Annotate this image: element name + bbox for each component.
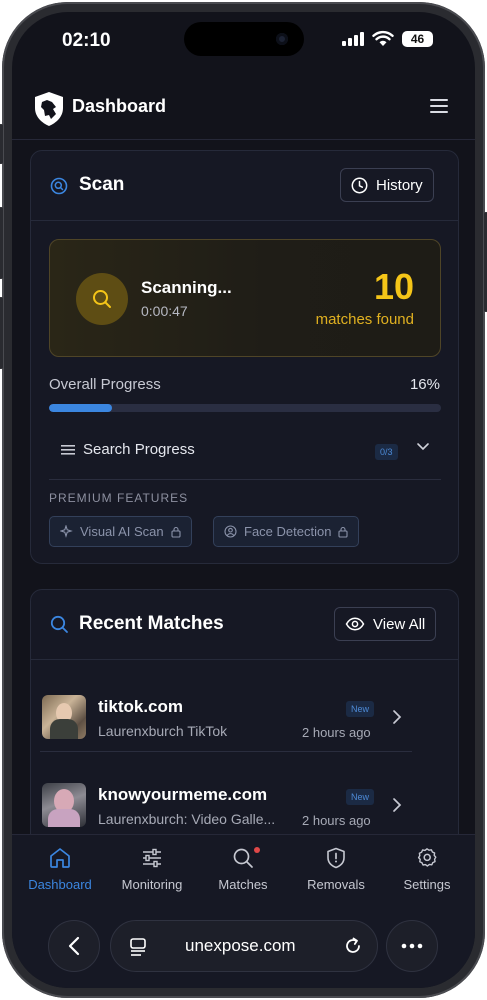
scan-elapsed-time: 0:00:47	[141, 303, 188, 319]
new-badge: New	[346, 789, 375, 805]
silent-switch	[0, 124, 3, 164]
wifi-icon	[372, 30, 394, 46]
visual-ai-scan-label: Visual AI Scan	[80, 524, 164, 539]
list-icon	[61, 445, 75, 455]
tab-dashboard[interactable]: Dashboard	[17, 845, 103, 892]
browser-url-bar[interactable]: unexpose.com	[110, 920, 378, 972]
chevron-right-icon	[393, 798, 402, 812]
scan-card-header: Scan History	[31, 151, 458, 221]
match-site: tiktok.com	[98, 697, 184, 716]
match-time: 2 hours ago	[302, 813, 371, 828]
row-divider	[40, 751, 412, 752]
recent-matches-title: Recent Matches	[79, 613, 224, 634]
browser-back-button[interactable]	[48, 920, 100, 972]
tab-label: Removals	[307, 877, 365, 892]
history-button[interactable]: History	[340, 168, 434, 202]
scan-icon	[50, 177, 68, 195]
tab-monitoring[interactable]: Monitoring	[109, 845, 195, 892]
reader-icon	[130, 938, 146, 956]
shield-alert-icon	[327, 847, 345, 869]
face-detection-chip[interactable]: Face Detection	[213, 516, 360, 547]
progress-bar	[49, 404, 441, 412]
dynamic-island	[184, 22, 304, 56]
reload-icon[interactable]	[343, 936, 363, 956]
recent-matches-header: Recent Matches View All	[31, 590, 458, 660]
hamburger-menu-icon[interactable]	[430, 98, 448, 114]
lock-icon	[338, 526, 348, 538]
scan-card: Scan History Scanning... 0:00:47 10 matc…	[30, 150, 459, 564]
face-detection-label: Face Detection	[244, 524, 332, 539]
tab-label: Monitoring	[121, 877, 183, 892]
overall-progress-label: Overall Progress	[49, 376, 161, 393]
shield-logo-icon	[35, 92, 63, 126]
more-dots-icon	[401, 943, 423, 949]
view-all-button[interactable]: View All	[334, 607, 437, 641]
scan-title: Scan	[79, 174, 125, 195]
tab-label: Matches	[218, 877, 268, 892]
volume-up-button	[0, 207, 3, 279]
premium-features-label: PREMIUM FEATURES	[49, 491, 189, 505]
tab-label: Dashboard	[28, 877, 92, 892]
visual-ai-scan-chip[interactable]: Visual AI Scan	[49, 516, 192, 547]
match-time: 2 hours ago	[302, 725, 371, 740]
screen: 02:10 46 Dashboard Scan History Scanning…	[12, 12, 475, 988]
scanning-icon	[76, 273, 128, 325]
overall-progress-percent: 16%	[409, 376, 440, 393]
match-description: Laurenxburch: Video Galle...	[98, 811, 276, 827]
search-progress-badge: 0/3	[375, 444, 398, 460]
status-bar: 02:10 46	[12, 12, 475, 72]
sliders-icon	[143, 848, 161, 868]
match-row[interactable]: tiktok.com Laurenxburch TikTok New 2 hou…	[40, 671, 412, 759]
search-progress-toggle[interactable]: Search Progress 0/3	[49, 424, 441, 480]
chevron-down-icon	[417, 443, 429, 451]
new-badge: New	[346, 701, 375, 717]
phone-frame: 02:10 46 Dashboard Scan History Scanning…	[0, 2, 487, 998]
signal-icon	[342, 32, 364, 46]
eye-icon	[345, 617, 365, 631]
browser-url: unexpose.com	[185, 936, 296, 955]
sparkles-icon	[60, 525, 73, 538]
tab-label: Settings	[403, 877, 451, 892]
match-description: Laurenxburch TikTok	[98, 723, 228, 739]
tab-matches[interactable]: Matches	[200, 845, 286, 892]
progress-bar-fill	[49, 404, 112, 412]
scan-status-text: Scanning...	[141, 278, 232, 297]
page-title: Dashboard	[72, 96, 167, 116]
search-icon	[93, 290, 111, 308]
search-icon	[233, 848, 253, 868]
scan-status-box: Scanning... 0:00:47 10 matches found	[49, 239, 441, 357]
tab-removals[interactable]: Removals	[293, 845, 379, 892]
notification-dot	[254, 847, 260, 853]
home-icon	[50, 848, 70, 868]
matches-found-label: matches found	[315, 311, 414, 328]
gear-icon	[417, 848, 437, 867]
tab-settings[interactable]: Settings	[384, 845, 470, 892]
chevron-right-icon	[393, 710, 402, 724]
status-time: 02:10	[62, 30, 111, 51]
app-header: Dashboard	[12, 84, 475, 140]
search-progress-label: Search Progress	[83, 441, 195, 458]
match-thumbnail	[42, 695, 86, 739]
face-icon	[224, 525, 237, 538]
clock-icon	[351, 177, 368, 193]
browser-more-button[interactable]	[386, 920, 438, 972]
match-site: knowyourmeme.com	[98, 785, 268, 804]
view-all-label: View All	[373, 615, 426, 633]
volume-down-button	[0, 297, 3, 369]
search-icon	[50, 615, 68, 633]
lock-icon	[171, 526, 181, 538]
battery-indicator: 46	[402, 31, 433, 47]
history-button-label: History	[376, 176, 423, 194]
camera-icon	[276, 33, 288, 45]
chevron-left-icon	[68, 936, 80, 956]
match-thumbnail	[42, 783, 86, 827]
matches-count: 10	[373, 266, 414, 307]
